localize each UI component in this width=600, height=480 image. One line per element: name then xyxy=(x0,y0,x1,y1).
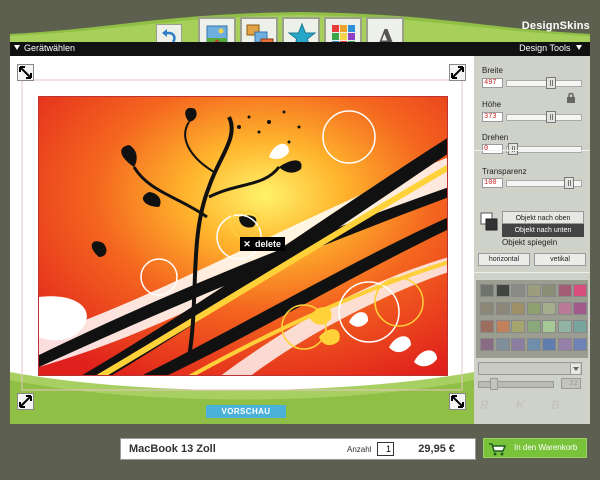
color-swatch[interactable] xyxy=(557,284,572,297)
price: 29,95 € xyxy=(418,443,455,455)
lock-icon[interactable] xyxy=(566,92,576,104)
mirror-label: Objekt spiegeln xyxy=(502,238,558,247)
chevron-down-icon xyxy=(576,45,582,50)
font-select[interactable] xyxy=(478,362,582,375)
rgb-k-label: K xyxy=(516,398,525,412)
quantity-input[interactable]: 1 xyxy=(377,442,394,456)
cart-label: In den Warenkorb xyxy=(514,443,578,452)
rotate-slider-thumb[interactable] xyxy=(508,143,518,155)
preview-button[interactable]: VORSCHAU xyxy=(206,405,286,418)
color-swatch-grid xyxy=(476,280,588,358)
resize-arrow-icon xyxy=(19,66,32,79)
resize-arrow-icon xyxy=(451,395,464,408)
rotate-input[interactable]: 0 xyxy=(482,144,503,154)
design-tools-label: Design Tools xyxy=(519,43,571,53)
device-select-label: Gerätwählen xyxy=(24,43,76,53)
width-slider-thumb[interactable] xyxy=(546,77,556,89)
color-swatch[interactable] xyxy=(542,338,556,351)
color-swatch[interactable] xyxy=(480,338,494,351)
height-input[interactable]: 373 xyxy=(482,112,503,122)
design-tools-toggle[interactable]: Design Tools xyxy=(519,43,582,53)
color-swatch[interactable] xyxy=(511,284,525,297)
width-label: Breite xyxy=(482,66,503,75)
color-swatch[interactable] xyxy=(573,320,587,333)
product-name: MacBook 13 Zoll xyxy=(129,443,216,455)
color-swatch[interactable] xyxy=(542,284,556,297)
color-swatch[interactable] xyxy=(480,284,494,297)
designer-app: A DesignSkins Gerätwählen Design Tools ✕… xyxy=(0,0,600,480)
width-input[interactable]: 497 xyxy=(482,78,503,88)
rgb-b-label: B xyxy=(551,398,560,412)
color-swatch[interactable] xyxy=(526,302,541,315)
mirror-vertical-button[interactable]: vetikal xyxy=(534,253,586,266)
delete-label: delete xyxy=(255,239,282,249)
color-swatch[interactable] xyxy=(480,302,494,315)
color-swatch[interactable] xyxy=(573,302,587,315)
brand-logo: DesignSkins xyxy=(521,20,590,32)
color-swatch[interactable] xyxy=(495,302,510,315)
color-swatch[interactable] xyxy=(557,338,572,351)
header-strip: Gerätwählen Design Tools xyxy=(10,42,590,56)
color-swatch[interactable] xyxy=(573,338,587,351)
resize-handle-top-left[interactable] xyxy=(17,64,34,81)
height-label: Höhe xyxy=(482,100,502,109)
resize-arrow-icon xyxy=(19,395,32,408)
color-swatch[interactable] xyxy=(542,302,556,315)
size-slider-thumb[interactable] xyxy=(490,378,498,390)
bottom-strip xyxy=(10,424,590,434)
color-swatch[interactable] xyxy=(526,338,541,351)
chevron-down-icon xyxy=(570,364,580,374)
layer-order-icon xyxy=(480,212,498,231)
panel-divider xyxy=(474,272,590,273)
bring-forward-button[interactable]: Objekt nach oben xyxy=(502,211,584,224)
rgb-r-label: R xyxy=(480,398,489,412)
color-swatch[interactable] xyxy=(480,320,494,333)
panel-divider xyxy=(474,150,590,151)
color-swatch[interactable] xyxy=(511,302,525,315)
color-swatch[interactable] xyxy=(542,320,556,333)
color-swatch[interactable] xyxy=(526,284,541,297)
quantity-label: Anzahl xyxy=(347,445,372,454)
width-slider[interactable] xyxy=(506,80,582,87)
size-value[interactable]: 22 xyxy=(561,378,581,389)
color-swatch[interactable] xyxy=(557,302,572,315)
transparency-label: Transparenz xyxy=(482,167,527,176)
send-backward-button[interactable]: Objekt nach unten xyxy=(502,224,584,237)
color-swatch[interactable] xyxy=(557,320,572,333)
height-slider[interactable] xyxy=(506,114,582,121)
color-swatch[interactable] xyxy=(511,338,525,351)
height-slider-thumb[interactable] xyxy=(546,111,556,123)
transparency-input[interactable]: 100 xyxy=(482,178,503,188)
mirror-horizontal-button[interactable]: horizontal xyxy=(478,253,530,266)
resize-arrow-icon xyxy=(451,66,464,79)
color-swatch[interactable] xyxy=(573,284,587,297)
resize-handle-bottom-left[interactable] xyxy=(17,393,34,410)
product-bar: MacBook 13 Zoll Anzahl 1 29,95 € xyxy=(120,438,476,460)
close-icon: ✕ xyxy=(243,239,251,249)
color-swatch[interactable] xyxy=(526,320,541,333)
device-select-toggle[interactable]: Gerätwählen xyxy=(14,43,75,53)
chevron-down-icon xyxy=(14,45,20,50)
transparency-slider-thumb[interactable] xyxy=(564,177,574,189)
top-toolbar: A DesignSkins xyxy=(0,0,600,55)
resize-handle-bottom-right[interactable] xyxy=(449,393,466,410)
artwork-image[interactable] xyxy=(38,96,448,376)
rotate-label: Drehen xyxy=(482,133,509,142)
add-to-cart-button[interactable]: In den Warenkorb xyxy=(483,438,587,458)
color-swatch[interactable] xyxy=(495,338,510,351)
color-swatch[interactable] xyxy=(495,284,510,297)
color-swatch[interactable] xyxy=(495,320,510,333)
color-swatch[interactable] xyxy=(511,320,525,333)
delete-button[interactable]: ✕ delete xyxy=(240,237,286,251)
cart-icon xyxy=(489,443,507,456)
resize-handle-top-right[interactable] xyxy=(449,64,466,81)
